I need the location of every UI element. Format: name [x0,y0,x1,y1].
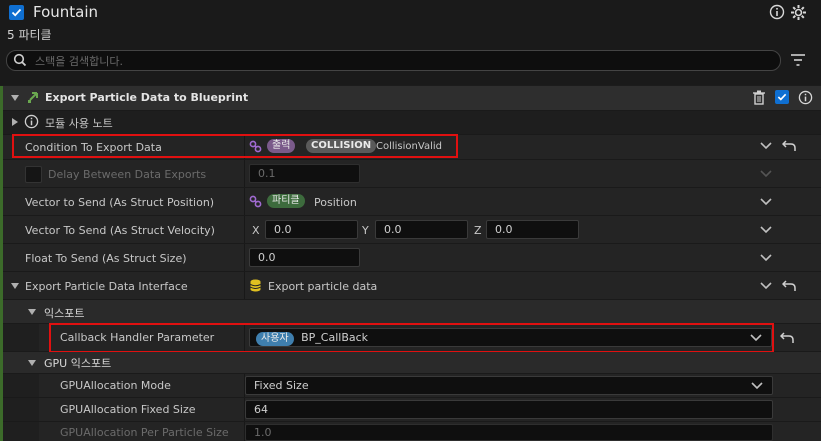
gpu-per-row: GPUAllocation Per Particle Size 1.0 [3,422,821,441]
column-divider [244,244,245,271]
module-info-icon[interactable] [798,90,813,105]
gpu-fixed-row: GPUAllocation Fixed Size 64 [3,398,821,422]
check-icon [11,8,22,17]
interface-value: Export particle data [268,280,378,293]
column-divider [244,272,245,299]
column-divider [244,160,245,187]
indent-strip [3,398,39,421]
chevron-down-icon[interactable] [760,198,772,206]
y-input[interactable]: 0.0 [375,220,468,239]
gear-icon[interactable] [790,4,807,21]
vector-position-row: Vector to Send (As Struct Position) 파티클 … [3,188,821,216]
info-icon[interactable] [769,4,785,20]
module-enabled-checkbox[interactable] [775,90,789,104]
x-input[interactable]: 0.0 [265,220,358,239]
gpu-fixed-input[interactable]: 64 [245,400,773,419]
reset-icon[interactable] [780,332,794,344]
chevron-down-icon[interactable] [760,142,772,150]
float-label: Float To Send (As Struct Size) [25,252,187,265]
vector-velocity-label: Vector To Send (As Struct Velocity) [25,224,215,237]
search-icon [13,53,27,67]
chevron-down-icon[interactable] [760,282,772,290]
export-section-row[interactable]: 익스포트 [3,300,821,324]
search-bar[interactable] [6,50,781,71]
interface-label: Export Particle Data Interface [25,280,188,293]
vector-position-label: Vector to Send (As Struct Position) [25,196,215,209]
chevron-down-icon[interactable] [760,170,772,178]
delay-input[interactable]: 0.1 [249,164,360,183]
float-input[interactable]: 0.0 [249,248,360,267]
enabled-checkbox[interactable] [9,5,24,20]
float-row: Float To Send (As Struct Size) 0.0 [3,244,821,272]
filter-icon[interactable] [790,53,806,67]
module-notes-label: 모듈 사용 노트 [45,117,113,130]
gpu-per-input[interactable]: 1.0 [245,424,773,441]
gpu-mode-row: GPUAllocation Mode Fixed Size [3,374,821,398]
chevron-down-icon[interactable] [760,254,772,262]
gpu-per-label: GPUAllocation Per Particle Size [60,426,229,439]
indent-strip [3,324,39,351]
check-icon [777,93,787,101]
vector-position-value: Position [314,196,357,209]
gpu-export-section-row[interactable]: GPU 익스포트 [3,352,821,374]
y-label: Y [362,224,369,237]
trash-icon[interactable] [752,90,766,105]
module-notes-row[interactable]: 모듈 사용 노트 [3,111,821,135]
search-input[interactable] [33,52,737,70]
chevron-down-icon[interactable] [751,382,763,390]
expand-icon[interactable] [7,114,23,130]
x-label: X [252,224,260,237]
delay-row: Delay Between Data Exports 0.1 [3,160,821,188]
gpu-mode-label: GPUAllocation Mode [60,379,171,392]
z-input[interactable]: 0.0 [486,220,579,239]
collapse-icon[interactable] [7,278,23,294]
link-icon [249,195,262,208]
gpu-fixed-label: GPUAllocation Fixed Size [60,403,196,416]
collapse-icon[interactable] [7,90,23,106]
particle-namespace-pill: 파티클 [267,194,305,208]
database-icon [250,279,261,292]
gpu-export-section-label: GPU 익스포트 [44,357,112,370]
highlight-callback [49,323,774,353]
indent-strip [3,422,39,441]
header [0,0,821,85]
module-title: Export Particle Data to Blueprint [45,91,249,104]
interface-row[interactable]: Export Particle Data Interface Export pa… [3,272,821,300]
column-divider [244,216,245,243]
column-divider [244,188,245,215]
highlight-condition [12,134,458,158]
indent-strip [3,374,39,397]
z-label: Z [474,224,482,237]
vector-velocity-row: Vector To Send (As Struct Velocity) X 0.… [3,216,821,244]
reset-icon[interactable] [782,140,796,152]
chevron-down-icon[interactable] [760,226,772,234]
reset-icon[interactable] [782,280,796,292]
module-header[interactable]: Export Particle Data to Blueprint [3,86,821,111]
collapse-icon[interactable] [24,304,40,320]
emitter-title: Fountain [33,3,99,21]
gpu-mode-value: Fixed Size [254,379,309,392]
gpu-mode-dropdown[interactable]: Fixed Size [245,376,773,395]
particle-count: 5 파티클 [7,28,52,42]
delay-checkbox[interactable] [25,166,42,183]
module-arrow-icon [28,92,38,103]
notes-info-icon [24,114,39,129]
collapse-icon[interactable] [24,355,40,371]
export-section-label: 익스포트 [44,307,85,320]
delay-label: Delay Between Data Exports [48,168,207,181]
